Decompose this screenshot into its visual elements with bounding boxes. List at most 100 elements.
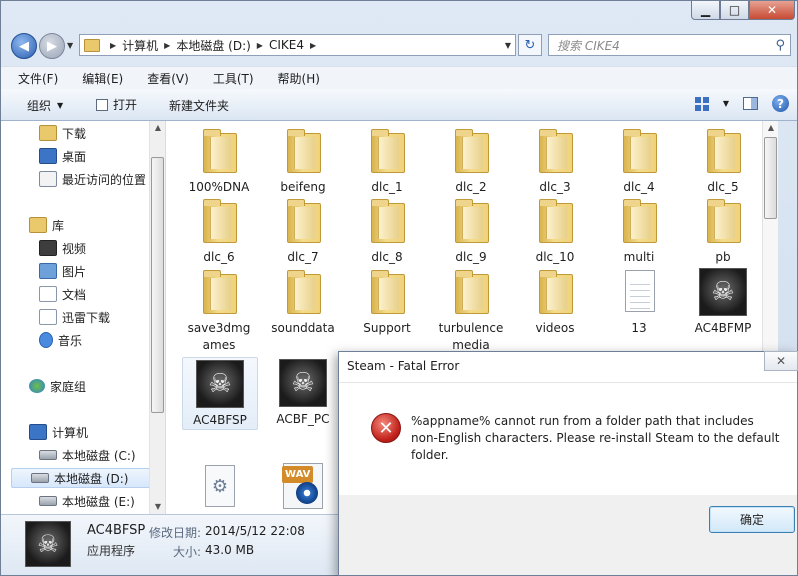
chevron-right-icon[interactable]: ▶ — [310, 41, 316, 50]
file-name: dlc_2 — [455, 180, 487, 194]
sidebar-scroll-thumb[interactable] — [151, 157, 164, 413]
file-item[interactable]: 100%DNA — [179, 127, 259, 196]
sidebar-item-libraries[interactable]: 库 — [29, 216, 64, 234]
sidebar-scrollbar[interactable]: ▲ ▼ — [149, 121, 165, 514]
menu-tools[interactable]: 工具(T) — [196, 70, 261, 87]
organize-label: 组织 — [27, 99, 52, 113]
file-item[interactable]: pb — [683, 197, 763, 266]
file-item[interactable]: dlc_1 — [347, 127, 427, 196]
refresh-button[interactable]: ↻ — [518, 34, 542, 56]
file-item[interactable]: sounddata — [263, 268, 343, 337]
view-dropdown-icon[interactable]: ▼ — [723, 99, 729, 108]
search-placeholder: 搜索 CIKE4 — [557, 38, 620, 53]
sidebar-item-label: 桌面 — [62, 149, 87, 164]
file-item[interactable]: videos — [515, 268, 595, 337]
chevron-right-icon[interactable]: ▶ — [257, 41, 263, 50]
file-item[interactable]: ⚙ — [179, 463, 259, 514]
sidebar-item-label: 库 — [52, 218, 65, 233]
file-item[interactable]: multi — [599, 197, 679, 266]
file-item[interactable]: 13 — [599, 268, 679, 337]
file-item[interactable]: Support — [347, 268, 427, 337]
view-controls: ▼ ? — [694, 95, 789, 112]
change-view-icon[interactable] — [694, 96, 709, 111]
chevron-right-icon[interactable]: ▶ — [164, 41, 170, 50]
file-item[interactable]: WAV — [263, 463, 343, 514]
sidebar-item-drive-e[interactable]: 本地磁盘 (E:) — [39, 492, 135, 510]
file-item[interactable]: ☠ AC4BFMP — [683, 268, 763, 337]
scroll-up-icon[interactable]: ▲ — [763, 121, 778, 135]
sidebar-item-drive-d[interactable]: 本地磁盘 (D:) — [11, 468, 150, 488]
close-button[interactable]: ✕ — [749, 1, 795, 20]
file-name: save3dmg ames — [187, 321, 251, 352]
file-item[interactable]: turbulence media — [431, 268, 511, 354]
breadcrumb-computer[interactable]: 计算机 — [122, 37, 158, 54]
sidebar-item-computer[interactable]: 计算机 — [29, 423, 88, 441]
file-item[interactable]: dlc_3 — [515, 127, 595, 196]
sidebar-item-music[interactable]: 音乐 — [39, 331, 82, 349]
menu-file[interactable]: 文件(F) — [1, 70, 65, 87]
folder-icon — [203, 129, 237, 173]
file-item[interactable]: ☠ ACBF_PC — [263, 359, 343, 428]
organize-button[interactable]: 组织 ▼ — [27, 97, 63, 114]
preview-pane-icon[interactable] — [743, 97, 758, 110]
file-item[interactable]: dlc_8 — [347, 197, 427, 266]
search-input[interactable]: 搜索 CIKE4 ⚲ — [548, 34, 791, 56]
file-item[interactable]: dlc_6 — [179, 197, 259, 266]
recent-pages-dropdown-icon[interactable]: ▼ — [67, 41, 73, 50]
file-item[interactable]: dlc_10 — [515, 197, 595, 266]
hard-drive-icon — [39, 496, 57, 506]
menu-view[interactable]: 查看(V) — [130, 70, 196, 87]
menu-help[interactable]: 帮助(H) — [261, 70, 327, 87]
content-scroll-thumb[interactable] — [764, 137, 777, 219]
sidebar-item-desktop[interactable]: 桌面 — [39, 147, 86, 165]
folder-icon — [287, 199, 321, 243]
file-item[interactable]: dlc_2 — [431, 127, 511, 196]
caption-buttons: ▁ □ ✕ — [691, 1, 795, 20]
folder-icon — [539, 270, 573, 314]
file-item[interactable]: dlc_7 — [263, 197, 343, 266]
forward-button[interactable]: ▶ — [39, 33, 65, 59]
address-dropdown-icon[interactable]: ▼ — [505, 41, 511, 50]
file-item[interactable]: dlc_5 — [683, 127, 763, 196]
chevron-down-icon: ▼ — [57, 101, 64, 110]
ok-button[interactable]: 确定 — [709, 506, 795, 533]
sidebar-item-label: 图片 — [62, 264, 87, 279]
address-bar[interactable]: ▶ 计算机 ▶ 本地磁盘 (D:) ▶ CIKE4 ▶ ▼ — [79, 34, 516, 56]
sidebar-item-documents[interactable]: 文档 — [39, 285, 86, 303]
maximize-button[interactable]: □ — [720, 1, 749, 20]
scroll-up-icon[interactable]: ▲ — [150, 121, 165, 135]
help-icon[interactable]: ? — [772, 95, 789, 112]
sidebar-item-recent[interactable]: 最近访问的位置 — [39, 170, 146, 188]
sidebar-item-thunder-downloads[interactable]: 迅雷下载 — [39, 308, 110, 326]
chevron-right-icon[interactable]: ▶ — [110, 41, 116, 50]
sidebar-item-pictures[interactable]: 图片 — [39, 262, 86, 280]
breadcrumb-drive-d[interactable]: 本地磁盘 (D:) — [176, 37, 250, 54]
sidebar-item-videos[interactable]: 视频 — [39, 239, 86, 257]
thunder-downloads-icon — [39, 309, 57, 325]
file-name: multi — [623, 250, 655, 264]
desktop-icon — [39, 148, 57, 164]
file-item-selected[interactable]: ☠ AC4BFSP — [182, 357, 258, 430]
navigation-row: ◀ ▶ ▼ ▶ 计算机 ▶ 本地磁盘 (D:) ▶ CIKE4 ▶ ▼ ↻ 搜索… — [1, 31, 797, 61]
back-button[interactable]: ◀ — [11, 33, 37, 59]
dialog-close-button[interactable]: ✕ — [764, 351, 798, 371]
file-item[interactable]: beifeng — [263, 127, 343, 196]
sidebar-item-label: 本地磁盘 (C:) — [62, 448, 136, 463]
sidebar-item-homegroup[interactable]: 家庭组 — [29, 377, 86, 395]
new-folder-button[interactable]: 新建文件夹 — [169, 97, 229, 114]
folder-icon — [707, 199, 741, 243]
sidebar-item-drive-c[interactable]: 本地磁盘 (C:) — [39, 446, 136, 464]
menu-edit[interactable]: 编辑(E) — [65, 70, 130, 87]
file-name: 100%DNA — [188, 180, 250, 194]
sidebar-item-downloads[interactable]: 下载 — [39, 124, 86, 142]
scroll-down-icon[interactable]: ▼ — [150, 500, 165, 514]
documents-icon — [39, 286, 57, 302]
file-item[interactable]: save3dmg ames — [179, 268, 259, 354]
file-item[interactable]: dlc_4 — [599, 127, 679, 196]
breadcrumb-cike4[interactable]: CIKE4 — [269, 38, 304, 52]
minimize-button[interactable]: ▁ — [691, 1, 720, 20]
search-icon[interactable]: ⚲ — [775, 38, 785, 53]
open-button[interactable]: 打开 — [96, 96, 137, 113]
file-item[interactable]: dlc_9 — [431, 197, 511, 266]
file-name: beifeng — [280, 180, 326, 194]
